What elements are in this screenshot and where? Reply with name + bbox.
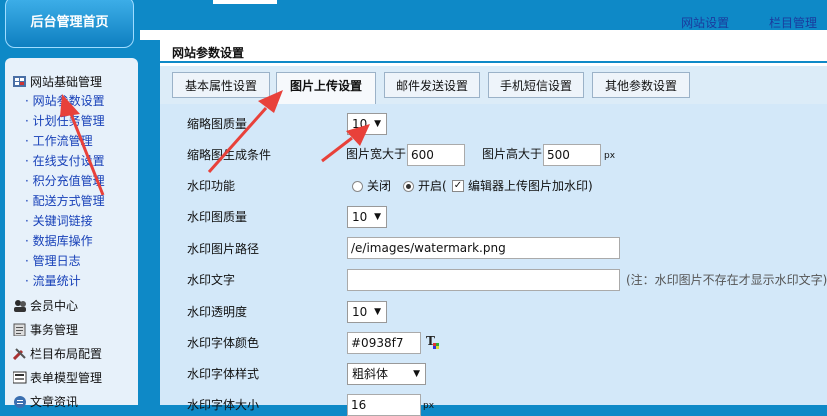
- thumb-quality-select[interactable]: 10 ▼: [347, 113, 387, 135]
- tab-bar: 基本属性设置 图片上传设置 邮件发送设置 手机短信设置 其他参数设置: [160, 66, 827, 104]
- sidebar-item-keywords[interactable]: · 关键词链接: [25, 212, 93, 230]
- wm-size-input[interactable]: 16: [347, 394, 421, 416]
- form-icon: [12, 371, 27, 384]
- top-strip: [140, 30, 827, 40]
- tools-icon: [12, 347, 27, 361]
- chevron-down-icon: ▼: [374, 119, 381, 129]
- sidebar-item-points[interactable]: · 积分充值管理: [25, 172, 105, 190]
- sidebar-item-database[interactable]: · 数据库操作: [25, 232, 93, 250]
- px-unit-label: px: [604, 151, 616, 161]
- watermark-off-radio[interactable]: [352, 181, 363, 192]
- sidebar-item-payment[interactable]: · 在线支付设置: [25, 152, 105, 170]
- wm-size-label: 水印字体大小: [187, 398, 260, 412]
- watermark-off-label: 关闭: [367, 179, 392, 193]
- chevron-down-icon: ▼: [374, 307, 381, 317]
- wm-quality-label: 水印图质量: [187, 210, 248, 224]
- sidebar-item-tasks[interactable]: · 计划任务管理: [25, 112, 105, 130]
- sidebar-group-label: 网站基础管理: [30, 75, 103, 89]
- color-picker-icon[interactable]: T: [426, 334, 442, 350]
- editor-watermark-checkbox[interactable]: ✓: [452, 180, 464, 192]
- tab-other[interactable]: 其他参数设置: [592, 72, 690, 98]
- watermark-on-radio[interactable]: [403, 181, 414, 192]
- wm-text-label: 水印文字: [187, 273, 236, 287]
- top-tab-indicator: [213, 0, 277, 4]
- wm-opacity-label: 水印透明度: [187, 305, 248, 319]
- title-divider: [160, 61, 827, 63]
- wm-color-label: 水印字体颜色: [187, 336, 260, 350]
- sidebar-group-forms[interactable]: 表单模型管理: [12, 369, 102, 387]
- sidebar-group-site-basic[interactable]: 网站基础管理: [13, 73, 102, 91]
- editor-watermark-label: 编辑器上传图片加水印): [468, 179, 593, 193]
- chevron-down-icon: ▼: [374, 212, 381, 222]
- top-nav: 网站设置 栏目管理: [645, 14, 817, 31]
- sidebar-group-members[interactable]: 会员中心: [13, 297, 78, 315]
- wm-path-input[interactable]: /e/images/watermark.png: [347, 237, 620, 259]
- wm-text-note: (注：水印图片不存在才显示水印文字): [626, 273, 827, 287]
- sidebar-group-layout[interactable]: 栏目布局配置: [12, 345, 102, 363]
- main-panel: 网站参数设置 基本属性设置 图片上传设置 邮件发送设置 手机短信设置 其他参数设…: [160, 40, 827, 416]
- watermark-label: 水印功能: [187, 179, 236, 193]
- sidebar-item-traffic[interactable]: · 流量统计: [25, 272, 81, 290]
- thumb-height-input[interactable]: 500: [543, 144, 601, 166]
- article-icon: [13, 395, 27, 408]
- page-title: 网站参数设置: [172, 46, 245, 60]
- chevron-down-icon: ▼: [413, 369, 420, 379]
- wm-quality-select[interactable]: 10 ▼: [347, 206, 387, 228]
- tab-sms[interactable]: 手机短信设置: [488, 72, 584, 98]
- thumb-width-input[interactable]: 600: [407, 144, 465, 166]
- clipboard-icon: [13, 323, 27, 337]
- sidebar-group-affairs[interactable]: 事务管理: [13, 321, 78, 339]
- wm-color-input[interactable]: #0938f7: [347, 332, 421, 354]
- wm-path-label: 水印图片路径: [187, 242, 260, 256]
- tab-mail[interactable]: 邮件发送设置: [384, 72, 480, 98]
- thumb-quality-label: 缩略图质量: [187, 117, 248, 131]
- admin-home-button[interactable]: 后台管理首页: [5, 0, 134, 48]
- thumb-condition-label: 缩略图生成条件: [187, 148, 272, 162]
- sidebar-item-logs[interactable]: · 管理日志: [25, 252, 81, 270]
- site-settings-link[interactable]: 网站设置: [681, 16, 729, 30]
- gear-grid-icon: [13, 75, 27, 88]
- sidebar-item-site-params[interactable]: · 网站参数设置: [25, 92, 105, 110]
- users-icon: [13, 299, 27, 312]
- width-label: 图片宽大于: [346, 147, 407, 161]
- height-label: 图片高大于: [482, 147, 543, 161]
- watermark-on-label: 开启(: [418, 179, 447, 193]
- sidebar-item-delivery[interactable]: · 配送方式管理: [25, 192, 105, 210]
- wm-size-unit: px: [423, 401, 435, 411]
- wm-style-select[interactable]: 粗斜体 ▼: [347, 363, 426, 385]
- wm-opacity-select[interactable]: 10 ▼: [347, 301, 387, 323]
- column-manage-link[interactable]: 栏目管理: [769, 16, 817, 30]
- sidebar-group-articles[interactable]: 文章资讯: [13, 393, 78, 411]
- tab-image-upload[interactable]: 图片上传设置: [276, 72, 376, 104]
- sidebar: 网站基础管理 · 网站参数设置 · 计划任务管理 · 工作流管理 · 在线支付设…: [5, 58, 138, 409]
- wm-style-label: 水印字体样式: [187, 367, 260, 381]
- wm-text-input[interactable]: [347, 269, 620, 291]
- sidebar-item-workflow[interactable]: · 工作流管理: [25, 132, 93, 150]
- settings-form: 缩略图质量 10 ▼ 缩略图生成条件 图片宽大于 600 图片高大于 500 px…: [160, 104, 827, 416]
- tab-basic[interactable]: 基本属性设置: [172, 72, 270, 98]
